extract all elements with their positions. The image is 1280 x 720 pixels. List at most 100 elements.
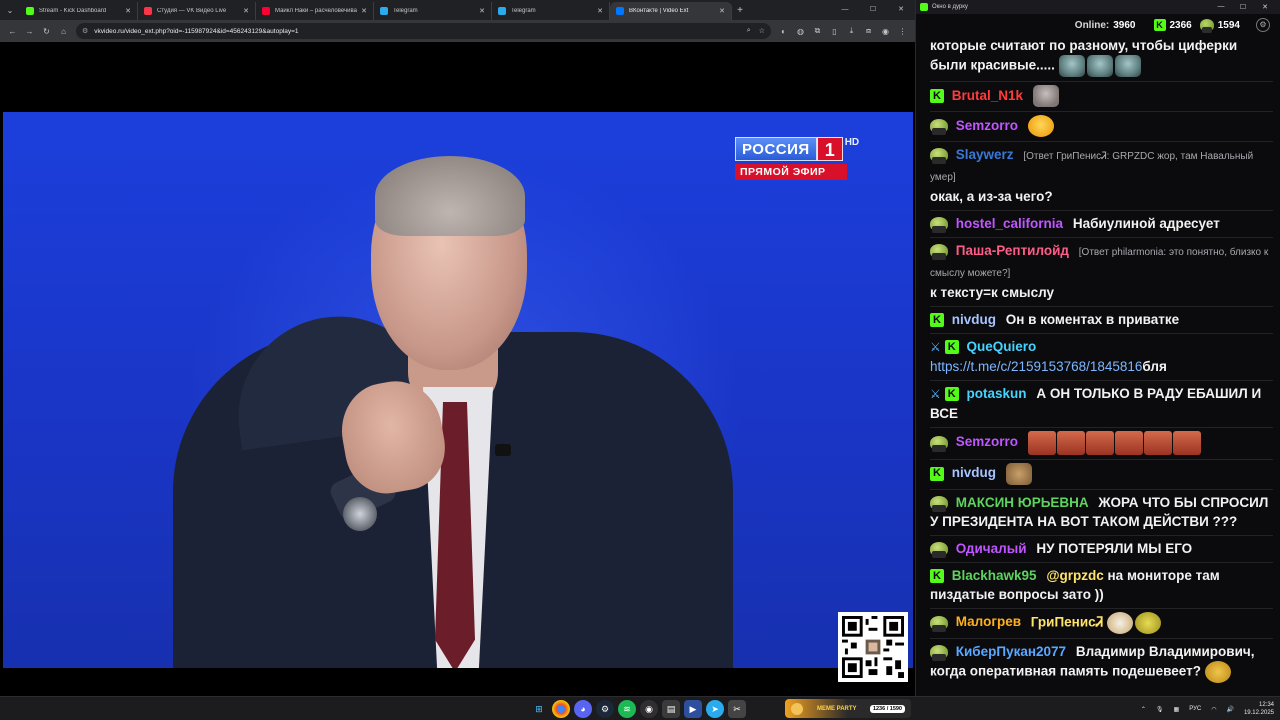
- chat-message: Semzorro: [930, 426, 1273, 455]
- chat-message: Паша-Рептилойд [Ответ philarmonia: это п…: [930, 237, 1273, 302]
- chat-message: ⚔ K QueQuiero https://t.me/c/2159153768/1…: [930, 333, 1273, 376]
- new-tab-button[interactable]: +: [732, 5, 748, 16]
- chat-username[interactable]: Паша-Рептилойд: [956, 243, 1069, 258]
- home-icon[interactable]: ⌂: [55, 23, 72, 40]
- spotify-icon[interactable]: ≋: [618, 700, 636, 718]
- chat-username[interactable]: Slaywerz: [956, 147, 1014, 162]
- bookmark-star-icon[interactable]: ☆: [759, 27, 765, 35]
- message-link[interactable]: https://t.me/c/2159153768/1845816: [930, 359, 1142, 374]
- split-icon[interactable]: ⧈: [860, 23, 877, 40]
- meme-party-widget[interactable]: MEME PARTY 1236 / 1590: [785, 699, 911, 718]
- chat-username[interactable]: QueQuiero: [967, 339, 1037, 354]
- video-frame[interactable]: РОССИЯ 1 HD ПРЯМОЙ ЭФИР: [3, 112, 913, 668]
- close-icon[interactable]: ✕: [887, 0, 915, 20]
- chat-message: Одичалый НУ ПОТЕРЯЛИ МЫ ЕГО: [930, 534, 1273, 559]
- taskbar-apps: ⊞ ◕ ⚙ ≋ ◉ ▤ ▶ ➤ ✂: [530, 700, 746, 718]
- language-indicator[interactable]: РУС: [1189, 706, 1201, 712]
- tab-close-icon[interactable]: ✕: [243, 7, 249, 15]
- tray-overflow-icon[interactable]: ⌃: [1141, 706, 1146, 713]
- menu-kebab-icon[interactable]: ⋮: [894, 23, 911, 40]
- network-icon[interactable]: ▦: [1174, 706, 1180, 713]
- message-mention[interactable]: ГриПенисᏘ: [1031, 614, 1103, 629]
- chat-message: K nivdug Он в коментах в приватке: [930, 306, 1273, 329]
- smirk-emote: [1204, 660, 1231, 683]
- clock[interactable]: 12:34 19.12.2025: [1244, 701, 1274, 717]
- face-emote: [1114, 430, 1143, 455]
- chat-message-list[interactable]: которые считают по разному, чтобы циферк…: [916, 36, 1280, 696]
- chat-username[interactable]: Semzorro: [956, 118, 1018, 133]
- app-icon[interactable]: ▤: [662, 700, 680, 718]
- message-text: Набиулиной адресует: [1072, 216, 1220, 231]
- tab-title: Студия — VK Видео Live: [157, 8, 227, 14]
- chat-username[interactable]: КиберПукан2077: [956, 644, 1066, 659]
- browser-tab[interactable]: Telegram ✕: [374, 2, 492, 20]
- address-bar[interactable]: ⚙ vkvideo.ru/video_ext.php?oid=-11598792…: [76, 23, 771, 39]
- steam-icon[interactable]: ⚙: [596, 700, 614, 718]
- tab-close-icon[interactable]: ✕: [597, 7, 603, 15]
- chat-username[interactable]: potaskun: [967, 386, 1027, 401]
- message-mention[interactable]: @grpzdc: [1046, 568, 1103, 583]
- chat-username[interactable]: hostel_california: [956, 216, 1063, 231]
- discord-icon[interactable]: ◕: [574, 700, 592, 718]
- maximize-icon[interactable]: ☐: [859, 0, 887, 20]
- zoom-icon[interactable]: ⌕: [747, 27, 751, 35]
- tab-close-icon[interactable]: ✕: [361, 7, 367, 15]
- chat-username[interactable]: МАКСИН ЮРЬЕВНА: [956, 495, 1089, 510]
- video-player[interactable]: РОССИЯ 1 HD ПРЯМОЙ ЭФИР: [0, 42, 915, 696]
- chat-maximize-icon[interactable]: ☐: [1232, 3, 1254, 11]
- reload-icon[interactable]: ↻: [38, 23, 55, 40]
- site-info-icon[interactable]: ⚙: [82, 27, 88, 35]
- chat-username[interactable]: Brutal_N1k: [952, 88, 1023, 103]
- extensions-puzzle-icon[interactable]: ⧉: [809, 23, 826, 40]
- chat-window-title: Окно в дурку: [932, 4, 968, 10]
- chat-username[interactable]: nivdug: [952, 312, 996, 327]
- message-text: Он в коментах в приватке: [1005, 312, 1180, 327]
- chat-username[interactable]: nivdug: [952, 465, 996, 480]
- chat-username[interactable]: Blackhawk95: [952, 568, 1037, 583]
- browser-tab[interactable]: ВКонтакте | Video Ext ✕: [610, 2, 732, 20]
- snipping-icon[interactable]: ✂: [728, 700, 746, 718]
- chat-settings-icon[interactable]: ⚙: [1256, 18, 1270, 32]
- extension-icon[interactable]: ◐: [775, 23, 792, 40]
- chat-username[interactable]: Semzorro: [956, 434, 1018, 449]
- chat-message: Slaywerz [Ответ ГриПенисᏘ: GRPZDC жор, т…: [930, 141, 1273, 206]
- chat-message: которые считают по разному, чтобы циферк…: [930, 36, 1273, 77]
- forward-icon[interactable]: →: [21, 23, 38, 40]
- browser-window-controls: — ☐ ✕: [831, 0, 915, 20]
- obs-icon[interactable]: ◉: [640, 700, 658, 718]
- chat-minimize-icon[interactable]: —: [1210, 3, 1232, 11]
- browser-tab[interactable]: Майкл Наки – расчеловечива ✕: [256, 2, 374, 20]
- online-label: Online:: [1074, 19, 1110, 31]
- chat-message: K nivdug: [930, 458, 1273, 485]
- chrome-icon[interactable]: [552, 700, 570, 718]
- wifi-icon[interactable]: ◠: [1211, 706, 1216, 713]
- chat-message: МАКСИН ЮРЬЕВНА ЖОРА ЧТО БЫ СПРОСИЛ У ПРЕ…: [930, 488, 1273, 531]
- pepe-emote: [1058, 55, 1085, 77]
- profile-icon[interactable]: ◉: [877, 23, 894, 40]
- volume-icon[interactable]: 🔊: [1226, 706, 1233, 713]
- media-icon[interactable]: ▶: [684, 700, 702, 718]
- face-emote: [1056, 430, 1085, 455]
- tab-close-icon[interactable]: ✕: [479, 7, 485, 15]
- live-label: ПРЯМОЙ ЭФИР: [735, 164, 847, 180]
- extension-icon-2[interactable]: ◍: [792, 23, 809, 40]
- url-text: vkvideo.ru/video_ext.php?oid=-115987924&…: [94, 27, 299, 35]
- minimize-icon[interactable]: —: [831, 0, 859, 20]
- microphone-icon[interactable]: 🎙: [1156, 706, 1164, 713]
- chat-titlebar: Окно в дурку — ☐ ✕: [916, 0, 1280, 14]
- start-windows-icon[interactable]: ⊞: [530, 700, 548, 718]
- side-panel-icon[interactable]: ▯: [826, 23, 843, 40]
- chat-username[interactable]: Одичалый: [956, 541, 1027, 556]
- downloads-icon[interactable]: ⤓: [843, 23, 860, 40]
- tab-search-icon[interactable]: ⌄: [0, 0, 20, 20]
- tab-close-icon[interactable]: ✕: [125, 7, 131, 15]
- browser-tab[interactable]: Stream - Kick Dashboard ✕: [20, 2, 138, 20]
- telegram-icon[interactable]: ➤: [706, 700, 724, 718]
- tab-close-icon[interactable]: ✕: [719, 7, 725, 15]
- browser-tab[interactable]: Студия — VK Видео Live ✕: [138, 2, 256, 20]
- browser-tab[interactable]: Telegram ✕: [492, 2, 610, 20]
- chat-close-icon[interactable]: ✕: [1254, 3, 1276, 11]
- chat-username[interactable]: Малогрев: [956, 614, 1021, 629]
- chat-message: K Brutal_N1k: [930, 81, 1273, 107]
- back-icon[interactable]: ←: [4, 23, 21, 40]
